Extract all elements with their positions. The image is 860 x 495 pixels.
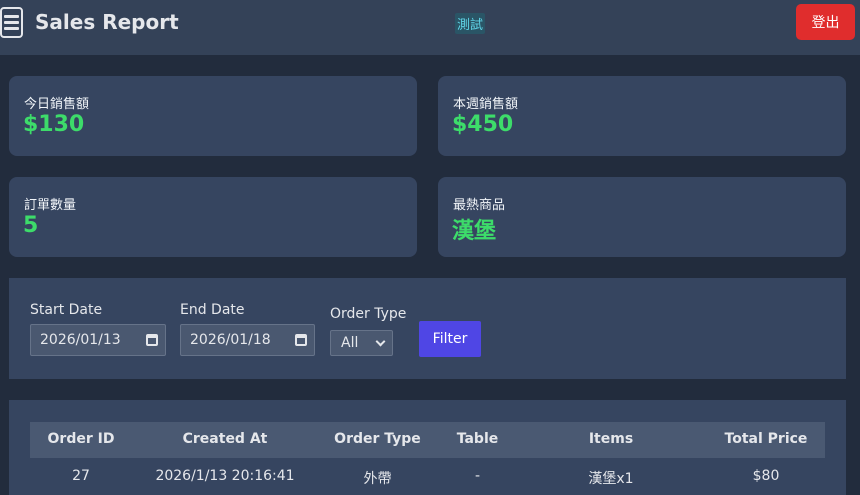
order-type-value: All	[341, 335, 359, 351]
calendar-icon[interactable]	[295, 334, 307, 346]
order-type-select[interactable]: All	[330, 330, 393, 356]
column-header-order-type[interactable]: Order Type	[320, 431, 435, 447]
cell-created-at: 2026/1/13 20:16:41	[155, 468, 295, 484]
cell-order-type: 外帶	[363, 471, 392, 487]
end-date-value: 2026/01/18	[190, 332, 271, 348]
page-title: Sales Report	[35, 10, 179, 34]
column-header-table[interactable]: Table	[440, 431, 515, 447]
environment-badge: 測試	[455, 13, 486, 34]
top-bar: Sales Report 測試 登出	[0, 0, 860, 55]
table-row[interactable]: 27 2026/1/13 20:16:41 外帶 - 漢堡x1 $80	[30, 458, 825, 494]
cell-table: -	[474, 468, 481, 484]
order-type-label: Order Type	[330, 306, 407, 322]
stat-value: $450	[452, 112, 514, 137]
start-date-label: Start Date	[30, 302, 103, 318]
table-header: Order ID Created At Order Type Table Ite…	[30, 422, 825, 458]
column-header-items[interactable]: Items	[560, 431, 662, 447]
cell-total-price: $80	[752, 468, 780, 484]
stat-label: 訂單數量	[24, 198, 77, 213]
column-header-created-at[interactable]: Created At	[140, 431, 310, 447]
stat-label: 今日銷售額	[24, 97, 90, 112]
stat-card-today-sales: 今日銷售額 $130	[9, 76, 417, 156]
stat-value: $130	[23, 112, 85, 137]
cell-order-id: 27	[72, 468, 90, 484]
end-date-label: End Date	[180, 302, 245, 318]
hamburger-menu-icon[interactable]	[0, 7, 23, 38]
stat-value: 5	[23, 213, 39, 238]
column-header-total-price[interactable]: Total Price	[710, 431, 822, 447]
stat-value: 漢堡	[452, 219, 497, 244]
stat-card-week-sales: 本週銷售額 $450	[438, 76, 846, 156]
cell-items: 漢堡x1	[588, 471, 634, 487]
stat-label: 最熱商品	[453, 198, 506, 213]
filter-button[interactable]: Filter	[419, 321, 481, 357]
start-date-value: 2026/01/13	[40, 332, 121, 348]
stat-card-top-item: 最熱商品 漢堡	[438, 177, 846, 257]
orders-table-panel: Order ID Created At Order Type Table Ite…	[9, 400, 846, 495]
stat-label: 本週銷售額	[453, 97, 519, 112]
end-date-input[interactable]: 2026/01/18	[180, 324, 315, 356]
column-header-order-id[interactable]: Order ID	[30, 431, 132, 447]
filter-panel: Start Date 2026/01/13 End Date 2026/01/1…	[9, 278, 846, 379]
logout-button[interactable]: 登出	[796, 4, 855, 40]
start-date-input[interactable]: 2026/01/13	[30, 324, 166, 356]
chevron-down-icon	[375, 336, 386, 347]
stat-card-order-count: 訂單數量 5	[9, 177, 417, 257]
calendar-icon[interactable]	[146, 334, 158, 346]
